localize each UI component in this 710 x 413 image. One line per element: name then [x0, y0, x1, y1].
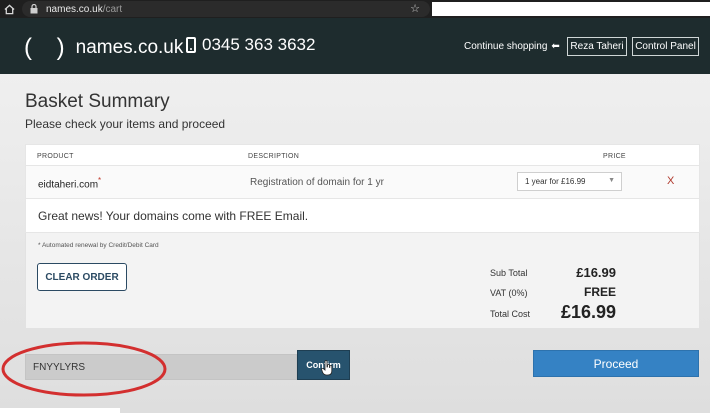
arrow-left-icon: ⬅ — [551, 41, 560, 52]
bottom-strip — [0, 408, 120, 413]
promo-code-input[interactable]: FNYYLYRS — [25, 354, 297, 380]
phone-icon — [186, 37, 196, 53]
user-account-button[interactable]: Reza Taheri — [567, 37, 627, 56]
control-panel-button[interactable]: Control Panel — [632, 37, 699, 56]
item-product: eidtaheri.com* — [38, 176, 101, 190]
logo-parens: ( ) — [24, 34, 74, 61]
free-email-banner: Great news! Your domains come with FREE … — [25, 199, 700, 233]
page-title: Basket Summary — [25, 91, 170, 112]
total-cost-label: Total Cost — [490, 309, 531, 319]
basket-table-header: PRODUCT DESCRIPTION PRICE — [25, 144, 700, 166]
logo-text: names.co.uk — [75, 37, 184, 58]
total-cost-value: £16.99 — [560, 302, 616, 322]
auto-renew-note: * Automated renewal by Credit/Debit Card — [38, 242, 159, 249]
item-description: Registration of domain for 1 yr — [250, 177, 384, 188]
table-row: eidtaheri.com* Registration of domain fo… — [25, 166, 700, 199]
phone-text: 0345 363 3632 — [202, 35, 316, 54]
vat-label: VAT (0%) — [490, 288, 528, 298]
clear-order-button[interactable]: CLEAR ORDER — [37, 263, 127, 291]
remove-item-button[interactable]: X — [667, 175, 674, 187]
home-icon[interactable] — [0, 0, 18, 18]
term-select-value: 1 year for £16.99 — [525, 177, 586, 186]
column-product: PRODUCT — [37, 153, 74, 160]
column-description: DESCRIPTION — [248, 153, 300, 160]
browser-bar: names.co.uk/cart ☆ — [0, 0, 710, 18]
address-bar[interactable]: names.co.uk/cart ☆ — [22, 1, 430, 17]
site-header: ( ) names.co.uk 0345 363 3632 Continue s… — [0, 18, 710, 74]
subtotal-label: Sub Total — [490, 268, 528, 278]
free-email-text: Great news! Your domains come with FREE … — [38, 209, 309, 223]
item-asterisk: * — [98, 176, 102, 185]
site-logo[interactable]: ( ) names.co.uk — [24, 34, 183, 62]
continue-shopping-label: Continue shopping — [464, 41, 548, 52]
proceed-button[interactable]: Proceed — [533, 350, 699, 377]
page-subtitle: Please check your items and proceed — [25, 117, 226, 131]
promo-code-value: FNYYLYRS — [33, 361, 86, 373]
lock-icon — [30, 4, 40, 14]
continue-shopping-link[interactable]: Continue shopping ⬅ — [464, 41, 560, 52]
hand-cursor-icon — [321, 360, 333, 376]
browser-extension-strip — [432, 2, 710, 16]
url-text: names.co.uk/cart — [46, 4, 122, 15]
url-path: /cart — [102, 3, 123, 15]
order-summary: * Automated renewal by Credit/Debit Card… — [25, 233, 700, 329]
vat-value: FREE — [583, 285, 616, 299]
basket-panel: Basket Summary Please check your items a… — [0, 74, 710, 413]
term-select[interactable]: 1 year for £16.99 ▼ — [517, 172, 622, 191]
item-product-name: eidtaheri.com — [38, 179, 99, 191]
column-price: PRICE — [603, 153, 626, 160]
bookmark-star-icon[interactable]: ☆ — [410, 2, 420, 15]
subtotal-value: £16.99 — [576, 265, 616, 280]
url-domain: names.co.uk — [46, 3, 103, 15]
phone-number: 0345 363 3632 — [186, 35, 315, 55]
chevron-down-icon: ▼ — [608, 177, 615, 184]
